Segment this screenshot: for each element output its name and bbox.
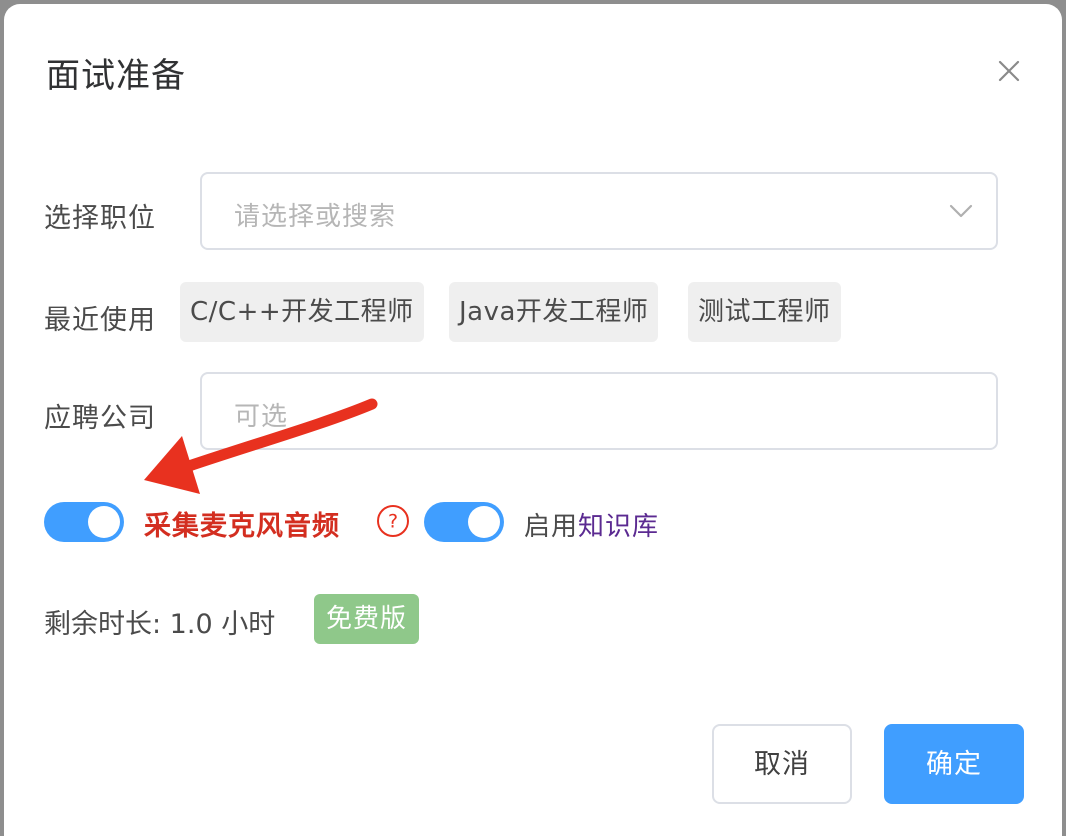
recent-chip-java[interactable]: Java开发工程师 bbox=[449, 282, 659, 342]
position-select[interactable]: 请选择或搜索 bbox=[200, 172, 998, 250]
mic-toggle-label: 采集麦克风音频 bbox=[144, 511, 340, 542]
recent-label: 最近使用 bbox=[44, 305, 156, 336]
question-circle-icon[interactable]: ? bbox=[376, 504, 410, 538]
interview-prep-dialog: 面试准备 选择职位 请选择或搜索 最近使用 C/C++开发工程师 Java开发工… bbox=[4, 4, 1062, 836]
company-label: 应聘公司 bbox=[44, 403, 156, 434]
cancel-button[interactable]: 取消 bbox=[712, 724, 852, 804]
company-placeholder: 可选 bbox=[234, 402, 289, 432]
knowledge-base-link[interactable]: 知识库 bbox=[578, 512, 659, 542]
knowledge-toggle-knob bbox=[468, 506, 500, 538]
svg-text:?: ? bbox=[388, 511, 398, 533]
plan-badge: 免费版 bbox=[314, 594, 420, 644]
chevron-down-icon bbox=[949, 204, 973, 218]
confirm-button[interactable]: 确定 bbox=[884, 724, 1024, 804]
knowledge-toggle-label: 启用知识库 bbox=[524, 506, 659, 543]
position-label: 选择职位 bbox=[44, 203, 156, 234]
position-placeholder: 请选择或搜索 bbox=[234, 202, 397, 232]
mic-toggle-knob bbox=[88, 506, 120, 538]
knowledge-label-prefix: 启用 bbox=[524, 512, 579, 542]
close-icon[interactable] bbox=[992, 54, 1026, 88]
recent-chip-test[interactable]: 测试工程师 bbox=[688, 282, 841, 342]
knowledge-toggle[interactable] bbox=[424, 502, 504, 542]
remaining-time: 剩余时长: 1.0 小时 bbox=[44, 609, 276, 640]
recent-chip-cpp[interactable]: C/C++开发工程师 bbox=[180, 282, 424, 342]
dialog-title: 面试准备 bbox=[46, 56, 186, 96]
company-input[interactable]: 可选 bbox=[200, 372, 998, 450]
mic-toggle[interactable] bbox=[44, 502, 124, 542]
